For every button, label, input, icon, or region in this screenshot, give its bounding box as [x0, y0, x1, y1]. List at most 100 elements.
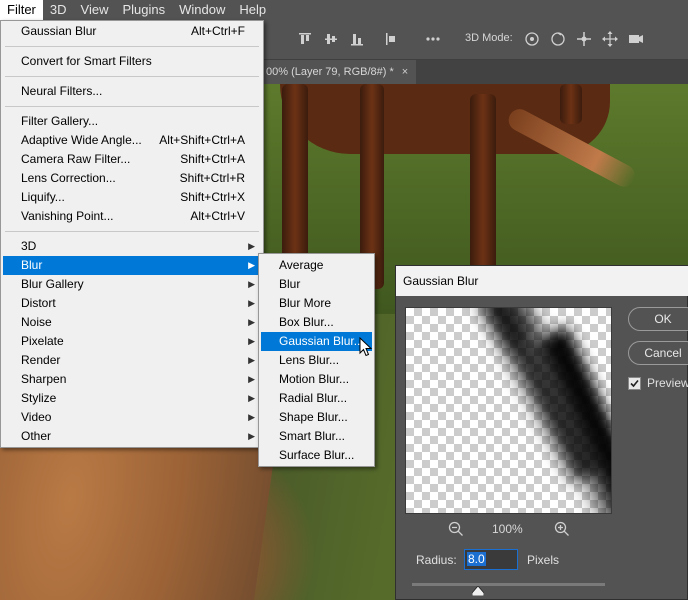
menu-item-noise[interactable]: Noise ▶: [3, 313, 261, 332]
menu-item-other[interactable]: Other ▶: [3, 427, 261, 446]
blur-item-smart-blur[interactable]: Smart Blur...: [261, 427, 372, 446]
menu-view[interactable]: View: [74, 0, 116, 20]
blur-item-box-blur[interactable]: Box Blur...: [261, 313, 372, 332]
ok-button[interactable]: OK: [628, 307, 688, 331]
mouse-cursor-icon: [359, 337, 373, 357]
blur-item-average[interactable]: Average: [261, 256, 372, 275]
roll-3d-icon[interactable]: [549, 30, 567, 48]
document-tab[interactable]: 00% (Layer 79, RGB/8#) * ×: [258, 60, 417, 84]
zoom-out-icon[interactable]: [448, 521, 464, 537]
blur-item-radial-blur[interactable]: Radial Blur...: [261, 389, 372, 408]
menu-item-stylize[interactable]: Stylize ▶: [3, 389, 261, 408]
menu-item-label: Vanishing Point...: [21, 209, 114, 223]
menu-item-label: Blur: [279, 277, 301, 291]
submenu-arrow-icon: ▶: [248, 393, 255, 403]
menu-item-filter-gallery[interactable]: Filter Gallery...: [3, 112, 261, 131]
blur-item-blur-more[interactable]: Blur More: [261, 294, 372, 313]
close-tab-icon[interactable]: ×: [402, 66, 408, 78]
submenu-arrow-icon: ▶: [248, 317, 255, 327]
menu-item-label: Motion Blur...: [279, 372, 350, 386]
slide-3d-icon[interactable]: [601, 30, 619, 48]
menu-item-label: Filter Gallery...: [21, 114, 99, 128]
scale-3d-icon[interactable]: [627, 30, 645, 48]
menu-item-video[interactable]: Video ▶: [3, 408, 261, 427]
blur-item-blur[interactable]: Blur: [261, 275, 372, 294]
submenu-arrow-icon: ▶: [248, 336, 255, 346]
menu-filter[interactable]: Filter: [0, 0, 43, 20]
align-bottom-icon[interactable]: [348, 30, 366, 48]
menu-item-neural-filters[interactable]: Neural Filters...: [3, 82, 261, 101]
document-tab-title: 00% (Layer 79, RGB/8#) *: [266, 66, 394, 78]
menu-item-3d[interactable]: 3D ▶: [3, 237, 261, 256]
menu-item-distort[interactable]: Distort ▶: [3, 294, 261, 313]
menu-item-label: Render: [21, 353, 61, 367]
menu-item-last-filter[interactable]: Gaussian Blur Alt+Ctrl+F: [3, 22, 261, 41]
menu-separator: [5, 46, 259, 47]
drag-3d-icon[interactable]: [575, 30, 593, 48]
menu-item-shortcut: Alt+Ctrl+F: [190, 24, 245, 38]
menu-item-label: Adaptive Wide Angle...: [21, 133, 142, 147]
radius-slider-track[interactable]: [412, 583, 605, 586]
3d-mode-label: 3D Mode:: [465, 32, 513, 44]
menu-item-label: Convert for Smart Filters: [21, 54, 152, 68]
preview-checkbox[interactable]: [628, 377, 641, 390]
menu-item-blur[interactable]: Blur ▶: [3, 256, 261, 275]
blur-submenu: Average Blur Blur More Box Blur... Gauss…: [258, 253, 375, 467]
menu-separator: [5, 106, 259, 107]
menu-item-convert-smart-filters[interactable]: Convert for Smart Filters: [3, 52, 261, 71]
menu-item-label: Gaussian Blur...: [279, 334, 364, 348]
pixels-unit-label: Pixels: [527, 553, 560, 567]
menu-item-liquify[interactable]: Liquify... Shift+Ctrl+X: [3, 188, 261, 207]
menu-item-label: Camera Raw Filter...: [21, 152, 131, 166]
cancel-button[interactable]: Cancel: [628, 341, 688, 365]
dialog-title[interactable]: Gaussian Blur: [396, 266, 688, 296]
menu-item-camera-raw[interactable]: Camera Raw Filter... Shift+Ctrl+A: [3, 150, 261, 169]
menu-item-pixelate[interactable]: Pixelate ▶: [3, 332, 261, 351]
menu-item-sharpen[interactable]: Sharpen ▶: [3, 370, 261, 389]
blur-item-shape-blur[interactable]: Shape Blur...: [261, 408, 372, 427]
menu-item-label: 3D: [21, 239, 37, 253]
zoom-in-icon[interactable]: [554, 521, 570, 537]
radius-input[interactable]: 8.0: [464, 549, 518, 570]
blur-item-motion-blur[interactable]: Motion Blur...: [261, 370, 372, 389]
blur-item-gaussian-blur[interactable]: Gaussian Blur...: [261, 332, 372, 351]
menu-item-label: Sharpen: [21, 372, 67, 386]
gaussian-blur-dialog: Gaussian Blur OK Cancel Preview 100% Rad…: [395, 265, 688, 600]
menu-item-adaptive-wide-angle[interactable]: Adaptive Wide Angle... Alt+Shift+Ctrl+A: [3, 131, 261, 150]
menu-window[interactable]: Window: [172, 0, 232, 20]
menu-plugins[interactable]: Plugins: [115, 0, 172, 20]
blur-item-lens-blur[interactable]: Lens Blur...: [261, 351, 372, 370]
menu-item-blur-gallery[interactable]: Blur Gallery ▶: [3, 275, 261, 294]
menu-item-label: Video: [21, 410, 52, 424]
distribute-icon[interactable]: [382, 30, 400, 48]
filter-preview-pane[interactable]: [405, 307, 612, 514]
blur-item-surface-blur[interactable]: Surface Blur...: [261, 446, 372, 465]
menu-item-label: Distort: [21, 296, 56, 310]
menu-3d[interactable]: 3D: [43, 0, 74, 20]
photoshop-window: Filter 3D View Plugins Window Help 3D Mo…: [0, 0, 688, 600]
align-middle-icon[interactable]: [322, 30, 340, 48]
radius-label: Radius:: [416, 553, 457, 567]
menu-item-label: Noise: [21, 315, 52, 329]
align-top-icon[interactable]: [296, 30, 314, 48]
menu-help[interactable]: Help: [232, 0, 273, 20]
menu-item-label: Box Blur...: [279, 315, 334, 329]
menu-item-label: Blur: [21, 258, 43, 272]
menu-item-render[interactable]: Render ▶: [3, 351, 261, 370]
menu-item-label: Other: [21, 429, 52, 443]
more-options-icon[interactable]: [424, 30, 442, 48]
menu-item-label: Radial Blur...: [279, 391, 348, 405]
menu-item-shortcut: Alt+Shift+Ctrl+A: [159, 133, 245, 147]
photo-horse-leg: [470, 94, 496, 284]
submenu-arrow-icon: ▶: [248, 355, 255, 365]
menu-item-shortcut: Alt+Ctrl+V: [190, 209, 245, 223]
menu-item-lens-correction[interactable]: Lens Correction... Shift+Ctrl+R: [3, 169, 261, 188]
menu-item-label: Average: [279, 258, 324, 272]
menu-item-label: Smart Blur...: [279, 429, 346, 443]
menu-separator: [5, 231, 259, 232]
submenu-arrow-icon: ▶: [248, 298, 255, 308]
radius-slider-thumb[interactable]: [472, 586, 484, 596]
orbit-3d-icon[interactable]: [523, 30, 541, 48]
menu-item-vanishing-point[interactable]: Vanishing Point... Alt+Ctrl+V: [3, 207, 261, 226]
menu-item-label: Shape Blur...: [279, 410, 348, 424]
